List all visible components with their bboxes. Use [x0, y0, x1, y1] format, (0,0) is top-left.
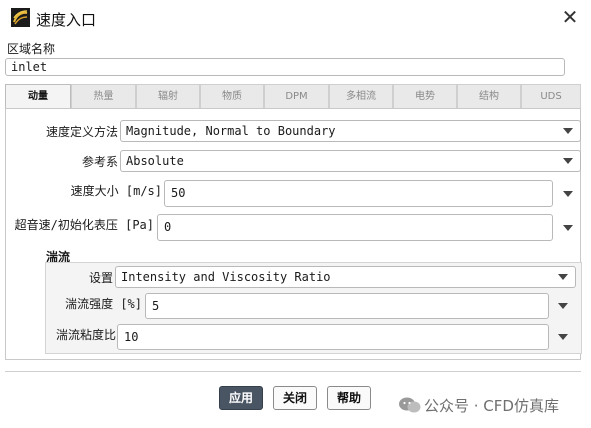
turbulence-method-dropdown[interactable]: Intensity and Viscosity Ratio	[115, 266, 576, 288]
velocity-method-label: 速度定义方法	[45, 125, 118, 139]
reference-frame-value: Absolute	[126, 154, 184, 168]
tab-potential[interactable]: 电势	[393, 84, 457, 108]
reference-frame-label: 参考系	[81, 155, 118, 169]
viscosity-ratio-options-icon[interactable]	[558, 334, 568, 340]
turbulence-method-label: 设置	[88, 271, 113, 285]
watermark-text: 公众号 · CFD仿真库	[424, 397, 559, 415]
window-title: 速度入口	[36, 11, 97, 29]
velocity-magnitude-value: 50	[171, 186, 186, 200]
velocity-method-value: Magnitude, Normal to Boundary	[126, 124, 336, 138]
velocity-magnitude-input[interactable]: 50	[164, 180, 553, 207]
tab-species[interactable]: 物质	[200, 84, 264, 108]
zone-name-label: 区域名称	[7, 42, 56, 56]
viscosity-ratio-label: 湍流粘度比	[55, 328, 116, 342]
chevron-down-icon	[558, 274, 568, 280]
velocity-method-dropdown[interactable]: Magnitude, Normal to Boundary	[120, 120, 581, 142]
tab-bar: 动量 热量 辐射 物质 DPM 多相流 电势 结构 UDS	[5, 84, 581, 109]
velocity-magnitude-label: 速度大小 [m/s]	[70, 184, 162, 198]
gauge-pressure-options-icon[interactable]	[563, 225, 573, 231]
turbulence-intensity-value: 5	[152, 299, 160, 313]
turbulence-intensity-input[interactable]: 5	[145, 293, 549, 319]
zone-name-field[interactable]: inlet	[5, 58, 565, 76]
turbulence-method-value: Intensity and Viscosity Ratio	[121, 270, 331, 284]
turbulence-intensity-label: 湍流强度 [%]	[65, 297, 142, 311]
tab-dpm[interactable]: DPM	[264, 84, 329, 108]
divider	[5, 371, 581, 372]
app-icon	[11, 8, 30, 27]
apply-button[interactable]: 应用	[219, 386, 263, 410]
help-button[interactable]: 帮助	[327, 386, 371, 410]
gauge-pressure-input[interactable]: 0	[157, 214, 553, 241]
close-icon[interactable]: ✕	[560, 6, 580, 28]
tab-radiation[interactable]: 辐射	[136, 84, 200, 108]
gauge-pressure-value: 0	[164, 220, 172, 234]
velocity-magnitude-options-icon[interactable]	[563, 191, 573, 197]
tab-multiphase[interactable]: 多相流	[329, 84, 393, 108]
tab-momentum[interactable]: 动量	[5, 84, 71, 109]
zone-name-value: inlet	[11, 60, 48, 74]
reference-frame-dropdown[interactable]: Absolute	[120, 150, 581, 172]
chevron-down-icon	[563, 128, 573, 134]
wechat-icon	[398, 396, 422, 414]
chevron-down-icon	[563, 158, 573, 164]
turbulence-intensity-options-icon[interactable]	[558, 303, 568, 309]
close-button[interactable]: 关闭	[273, 386, 317, 410]
viscosity-ratio-input[interactable]: 10	[117, 324, 549, 350]
tab-structure[interactable]: 结构	[457, 84, 521, 108]
tab-uds[interactable]: UDS	[521, 84, 581, 108]
tab-thermal[interactable]: 热量	[71, 84, 136, 108]
gauge-pressure-label: 超音速/初始化表压 [Pa]	[14, 218, 154, 232]
viscosity-ratio-value: 10	[124, 330, 139, 344]
